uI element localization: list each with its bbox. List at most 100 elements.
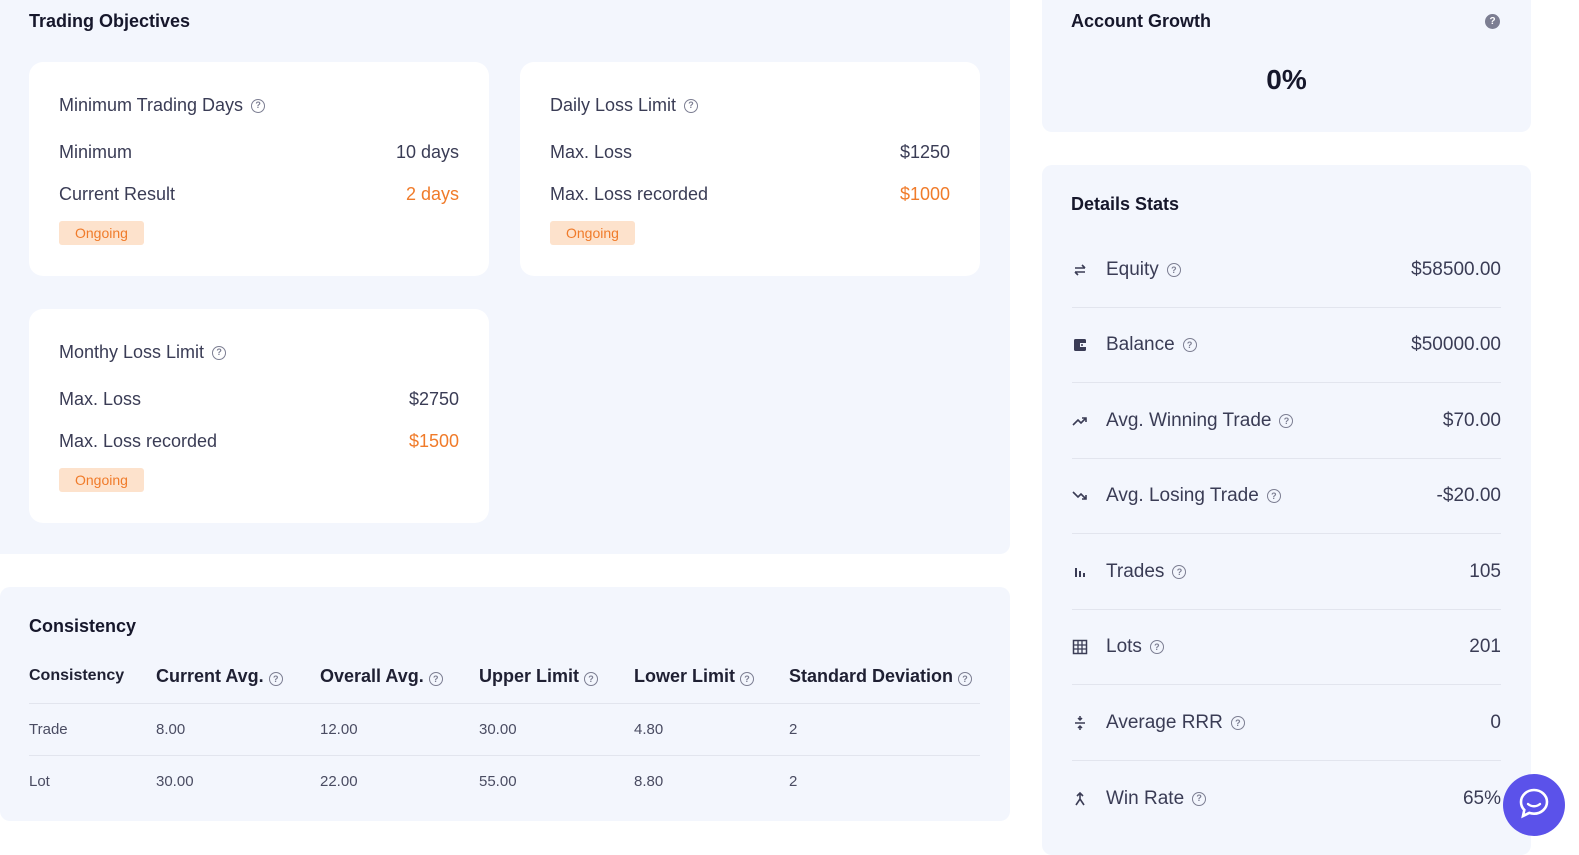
chat-icon — [1517, 786, 1551, 825]
account-growth-value: 0% — [1266, 64, 1307, 95]
row-value: 2 days — [405, 184, 459, 204]
help-icon[interactable]: ? — [958, 672, 973, 687]
table-row: Lot 30.00 22.00 55.00 8.80 2 — [29, 754, 980, 807]
stat-value: -$20.00 — [1436, 485, 1501, 506]
help-icon[interactable]: ? — [1182, 338, 1197, 352]
table-cell: 4.80 — [634, 702, 789, 755]
grid-icon — [1072, 639, 1106, 655]
stat-row-lots: Lots? 201 — [1072, 610, 1501, 685]
column-header: Current Avg. — [156, 665, 264, 686]
help-icon[interactable]: ? — [428, 672, 443, 687]
stat-label: Win Rate — [1106, 787, 1185, 809]
stat-label: Lots — [1106, 636, 1142, 657]
stat-label: Trades — [1106, 561, 1165, 582]
account-growth-panel: Account Growth ? 0% — [1042, 0, 1531, 132]
row-label: Current Result — [59, 184, 176, 204]
row-label: Max. Loss — [550, 142, 633, 162]
trending-down-icon — [1072, 488, 1106, 504]
help-icon[interactable]: ? — [212, 345, 227, 360]
card-title: Minimum Trading Days — [59, 95, 244, 115]
table-row: Trade 8.00 12.00 30.00 4.80 2 — [29, 702, 980, 755]
wallet-icon — [1072, 337, 1106, 353]
min-trading-days-card: Minimum Trading Days ? Minimum 10 days C… — [29, 62, 489, 276]
figure-icon — [1072, 791, 1106, 807]
stat-label: Avg. Winning Trade — [1106, 410, 1272, 431]
stat-label: Average RRR — [1106, 712, 1223, 733]
bar-chart-icon — [1072, 564, 1106, 580]
column-header: Upper Limit — [479, 665, 580, 686]
help-icon[interactable]: ? — [1230, 716, 1245, 730]
row-value: 10 days — [395, 142, 459, 162]
column-header: Standard Deviation — [789, 665, 954, 686]
stat-label: Balance — [1106, 334, 1175, 355]
row-label: Max. Loss — [59, 389, 142, 409]
stat-row-avg-losing-trade: Avg. Losing Trade? -$20.00 — [1072, 459, 1501, 534]
row-value: $1000 — [899, 184, 950, 204]
table-cell: 30.00 — [479, 702, 634, 755]
help-icon[interactable]: ? — [1166, 263, 1181, 277]
table-cell: 2 — [789, 754, 980, 807]
stat-value: 0 — [1490, 712, 1501, 733]
stat-label: Avg. Losing Trade — [1106, 485, 1259, 506]
help-icon[interactable]: ? — [268, 672, 283, 687]
table-cell: 2 — [789, 702, 980, 755]
trending-up-icon — [1072, 413, 1106, 429]
help-icon[interactable]: ? — [584, 672, 599, 687]
help-icon[interactable]: ? — [684, 98, 699, 113]
help-icon[interactable]: ? — [251, 98, 266, 113]
table-cell: 22.00 — [320, 754, 479, 807]
consistency-title: Consistency — [29, 616, 137, 636]
status-badge: Ongoing — [550, 221, 635, 245]
table-cell: 8.80 — [634, 754, 789, 807]
daily-loss-limit-card: Daily Loss Limit ? Max. Loss $1250 Max. … — [520, 62, 980, 276]
stat-row-trades: Trades? 105 — [1072, 535, 1501, 610]
divide-icon — [1072, 715, 1106, 731]
stat-row-equity: Equity? $58500.00 — [1072, 233, 1501, 308]
table-cell: 30.00 — [156, 754, 320, 807]
status-badge: Ongoing — [59, 221, 144, 245]
table-header-row: Consistency Current Avg. ? Overall Avg. … — [29, 650, 980, 703]
help-icon[interactable]: ? — [1149, 640, 1164, 654]
stat-value: $50000.00 — [1411, 334, 1501, 355]
consistency-table: Consistency Current Avg. ? Overall Avg. … — [29, 650, 980, 807]
account-growth-title: Account Growth — [1071, 11, 1211, 31]
stat-value: 65% — [1462, 787, 1501, 809]
help-icon[interactable]: ? — [1485, 14, 1500, 29]
row-label: Minimum — [59, 142, 133, 162]
stat-row-average-rrr: Average RRR? 0 — [1072, 686, 1501, 761]
help-icon[interactable]: ? — [740, 672, 755, 687]
card-title: Daily Loss Limit — [550, 95, 677, 115]
row-label: Max. Loss recorded — [59, 431, 218, 451]
table-cell: Lot — [29, 754, 156, 807]
row-label: Max. Loss recorded — [550, 184, 709, 204]
column-header: Consistency — [29, 667, 125, 685]
trading-objectives-title: Trading Objectives — [29, 11, 191, 31]
stat-row-balance: Balance? $50000.00 — [1072, 308, 1501, 383]
stat-value: $70.00 — [1442, 410, 1501, 431]
table-cell: Trade — [29, 702, 156, 755]
monthly-loss-limit-card: Monthy Loss Limit ? Max. Loss $2750 Max.… — [29, 309, 489, 523]
row-value: $1500 — [408, 431, 459, 451]
stat-label: Equity — [1106, 259, 1159, 280]
card-title: Monthy Loss Limit — [59, 342, 205, 362]
help-icon[interactable]: ? — [1266, 489, 1281, 503]
table-cell: 12.00 — [320, 702, 479, 755]
status-badge: Ongoing — [59, 468, 144, 492]
details-stats-title: Details Stats — [1071, 194, 1180, 214]
help-icon[interactable]: ? — [1192, 791, 1207, 806]
table-cell: 55.00 — [479, 754, 634, 807]
stat-row-avg-winning-trade: Avg. Winning Trade? $70.00 — [1072, 384, 1501, 459]
stat-row-win-rate: Win Rate? 65% — [1072, 761, 1501, 836]
column-header: Lower Limit — [634, 665, 736, 686]
chat-button[interactable] — [1503, 774, 1565, 836]
trading-objectives-panel: Trading Objectives Minimum Trading Days … — [0, 0, 1010, 554]
help-icon[interactable]: ? — [1279, 414, 1294, 428]
stat-value: 201 — [1469, 636, 1501, 657]
stat-value: $58500.00 — [1411, 259, 1501, 280]
column-header: Overall Avg. — [320, 665, 424, 686]
stat-value: 105 — [1469, 561, 1501, 582]
transfer-icon — [1072, 262, 1106, 278]
table-cell: 8.00 — [156, 702, 320, 755]
row-value: $1250 — [899, 142, 950, 162]
help-icon[interactable]: ? — [1172, 565, 1187, 579]
